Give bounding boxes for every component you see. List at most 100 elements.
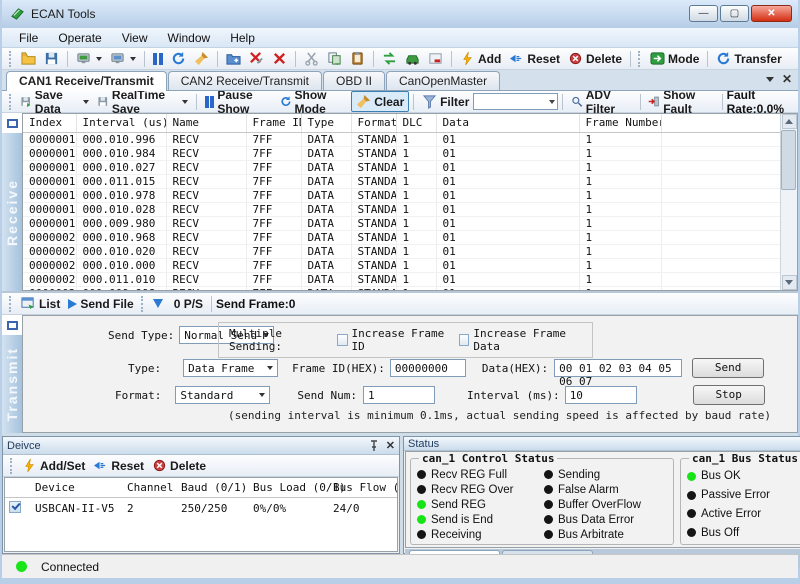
remove-button[interactable] — [268, 49, 291, 68]
reset-icon — [93, 458, 108, 473]
tab-close-icon[interactable]: ✕ — [782, 74, 792, 84]
table-row[interactable]: 00000015000.010.027RECV7FFDATASTANDARD10… — [23, 160, 785, 174]
sync-button[interactable] — [378, 49, 401, 68]
frame-id-input[interactable]: 00000000 — [390, 359, 466, 377]
device-column-header[interactable]: Channel — [123, 478, 177, 498]
table-cell: DATA — [301, 230, 351, 244]
reset-device-button[interactable]: Reset — [505, 49, 564, 68]
device-column-header[interactable]: Bus Flow (0/1) — [329, 478, 398, 498]
device-column-header[interactable]: Bus Load (0/1) — [249, 478, 329, 498]
save-button[interactable] — [40, 49, 63, 68]
tab-obd-ii[interactable]: OBD II — [323, 71, 385, 90]
table-row[interactable]: 00000021000.010.020RECV7FFDATASTANDARD10… — [23, 244, 785, 258]
format-select[interactable]: Standard — [175, 386, 270, 404]
delete-device-button[interactable]: Delete — [564, 49, 626, 68]
cut-button[interactable] — [300, 49, 323, 68]
pause-button[interactable] — [149, 51, 167, 67]
minimize-button[interactable]: — — [689, 5, 718, 22]
device-delete-button[interactable]: Delete — [148, 456, 210, 475]
delete-device-label: Delete — [586, 52, 622, 66]
column-header[interactable]: Index — [23, 114, 76, 132]
column-header[interactable]: Format — [351, 114, 396, 132]
device-row[interactable]: USBCAN-II-V5 2 250/250 0%/0% 24/0 — [5, 498, 398, 520]
menu-help[interactable]: Help — [221, 29, 264, 47]
repair-button[interactable] — [245, 49, 268, 68]
column-header[interactable]: Frame Number — [579, 114, 661, 132]
clean-button[interactable] — [190, 49, 213, 68]
select-all-box[interactable] — [2, 315, 22, 335]
table-row[interactable]: 00000020000.010.968RECV7FFDATASTANDARD10… — [23, 230, 785, 244]
scroll-thumb[interactable] — [781, 130, 796, 190]
column-header[interactable]: Name — [166, 114, 246, 132]
tab-list-dropdown-icon[interactable] — [766, 77, 774, 82]
table-row[interactable]: 00000017000.010.978RECV7FFDATASTANDARD10… — [23, 188, 785, 202]
open-button[interactable] — [17, 49, 40, 68]
menu-window[interactable]: Window — [159, 29, 220, 47]
table-row[interactable]: 00000022000.010.000RECV7FFDATASTANDARD10… — [23, 258, 785, 272]
refresh-button[interactable] — [167, 49, 190, 68]
column-header[interactable]: Type — [301, 114, 351, 132]
menu-file[interactable]: File — [10, 29, 47, 47]
table-row[interactable]: 00000014000.010.984RECV7FFDATASTANDARD10… — [23, 146, 785, 160]
pin-icon[interactable] — [369, 440, 379, 451]
filter-combo[interactable] — [473, 93, 558, 110]
table-cell: DATA — [301, 202, 351, 216]
connect-device-button[interactable] — [72, 49, 106, 68]
copy-button[interactable] — [323, 49, 346, 68]
clear-button[interactable]: Clear — [351, 91, 409, 112]
status-bar: Connected — [2, 554, 798, 578]
select-all-box[interactable] — [2, 113, 22, 133]
mode-button[interactable]: Mode — [646, 49, 703, 68]
scissors-icon — [304, 51, 319, 66]
device-add-set-button[interactable]: Add/Set — [18, 456, 89, 475]
table-row[interactable]: 00000024000.009.998RECV7FFDATASTANDARD10… — [23, 286, 785, 291]
table-cell: 1 — [396, 146, 436, 160]
table-row[interactable]: 00000023000.011.010RECV7FFDATASTANDARD10… — [23, 272, 785, 286]
column-header[interactable]: Data — [436, 114, 579, 132]
close-button[interactable]: ✕ — [751, 5, 792, 22]
maximize-button[interactable]: ▢ — [720, 5, 749, 22]
status-led-label: Sending — [558, 469, 600, 481]
menu-operate[interactable]: Operate — [49, 29, 110, 47]
data-hex-input[interactable]: 00 01 02 03 04 05 06 07 — [554, 359, 682, 377]
vehicle-button[interactable] — [401, 49, 424, 68]
column-header[interactable]: DLC — [396, 114, 436, 132]
status-led-item: Send REG — [417, 497, 542, 512]
add-frame-button[interactable] — [222, 49, 245, 68]
table-row[interactable]: 00000016000.011.015RECV7FFDATASTANDARD10… — [23, 174, 785, 188]
frame-type-select[interactable]: Data Frame — [183, 359, 278, 377]
paste-button[interactable] — [346, 49, 369, 68]
device-reset-button[interactable]: Reset — [89, 456, 148, 475]
add-device-button[interactable]: Add — [456, 49, 505, 68]
scroll-down-icon[interactable] — [782, 275, 797, 290]
minimize-window-button[interactable] — [424, 49, 447, 68]
disconnect-device-button[interactable] — [106, 49, 140, 68]
menu-view[interactable]: View — [113, 29, 157, 47]
device-checkbox[interactable] — [9, 501, 21, 513]
scroll-up-icon[interactable] — [782, 114, 797, 129]
send-file-button[interactable]: Send File — [64, 295, 137, 313]
filter-button[interactable]: Filter — [418, 92, 473, 111]
stop-button[interactable]: Stop — [693, 385, 765, 405]
column-header[interactable]: Interval (us) — [76, 114, 166, 132]
led-off-icon — [417, 530, 426, 539]
tab-can2-receive-transmit[interactable]: CAN2 Receive/Transmit — [168, 71, 322, 90]
table-row[interactable]: 00000019000.009.980RECV7FFDATASTANDARD10… — [23, 216, 785, 230]
column-header[interactable]: Frame ID — [246, 114, 301, 132]
send-num-input[interactable]: 1 — [363, 386, 435, 404]
status-led-item: Passive Error — [687, 488, 800, 503]
tab-can1-receive-transmit[interactable]: CAN1 Receive/Transmit — [6, 71, 167, 91]
send-list-button[interactable]: List — [17, 294, 64, 313]
send-button[interactable]: Send — [692, 358, 764, 378]
transfer-button[interactable]: Transfer — [712, 49, 785, 68]
device-column-header[interactable]: Baud (0/1) — [177, 478, 249, 498]
table-row[interactable]: 00000018000.010.028RECV7FFDATASTANDARD10… — [23, 202, 785, 216]
device-column-header[interactable]: Device — [31, 478, 123, 498]
tab-canopenmaster[interactable]: CanOpenMaster — [386, 71, 500, 90]
dropdown-caret-icon — [549, 100, 555, 104]
interval-input[interactable]: 10 — [565, 386, 637, 404]
table-row[interactable]: 00000013000.010.996RECV7FFDATASTANDARD10… — [23, 132, 785, 146]
increase-frame-id-checkbox[interactable]: Increase Frame ID — [337, 327, 449, 353]
panel-close-icon[interactable]: ✕ — [386, 439, 395, 452]
increase-frame-data-checkbox[interactable]: Increase Frame Data — [459, 327, 582, 353]
